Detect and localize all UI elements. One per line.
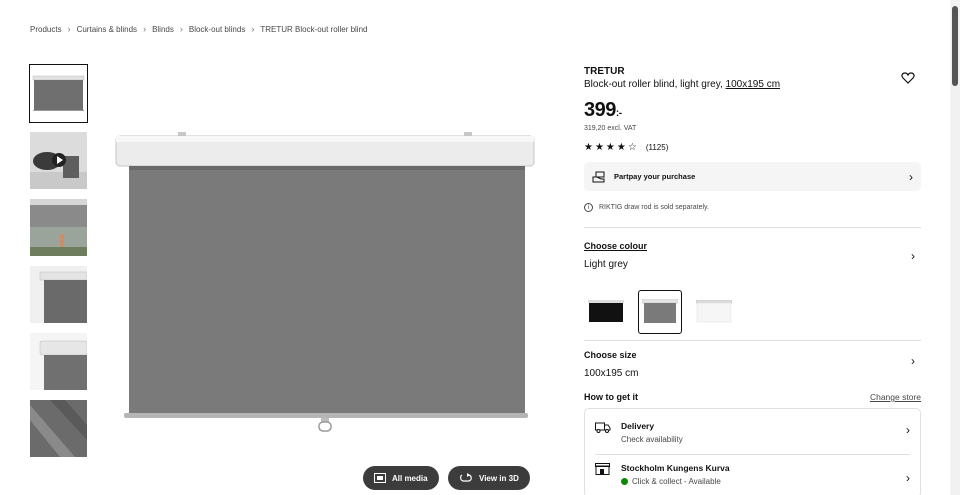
rating-count: (1125) [645,143,669,152]
scrollbar[interactable] [950,0,960,495]
fabric-thumbnail-image [30,400,87,457]
divider [584,227,921,228]
delivery-options: Delivery Check availability › Stockholm … [584,408,921,495]
delivery-title: Delivery [621,421,655,431]
view-3d-button[interactable]: View in 3D [448,466,530,490]
store-title: Stockholm Kungens Kurva [621,463,730,473]
thumbnail-4[interactable] [30,266,87,323]
partpay-banner[interactable]: Partpay your purchase › [584,162,921,191]
chevron-right-icon: › [67,24,71,34]
partpay-label: Partpay your purchase [614,172,696,181]
choose-colour-row[interactable]: Choose colour Light grey › [584,241,921,270]
product-info-panel: TRETUR Block-out roller blind, light gre… [584,66,921,495]
colour-swatches [584,290,921,334]
detail-thumbnail-image [30,266,87,323]
chevron-right-icon: › [179,24,183,34]
swatch-white[interactable] [692,290,736,334]
product-description-text: Block-out roller blind, light grey, [584,79,726,90]
rating[interactable]: ★★★★☆ (1125) [584,142,921,153]
video-thumbnail-image [30,132,87,189]
choose-colour-title: Choose colour [584,241,648,251]
choose-size-row[interactable]: Choose size 100x195 cm › [584,350,921,379]
partpay-hand-icon [592,171,605,182]
change-store-link[interactable]: Change store [870,392,921,402]
choose-size-title: Choose size [584,350,637,360]
chevron-right-icon: › [143,24,147,34]
breadcrumb-item-blockout[interactable]: Block-out blinds [189,25,245,34]
product-brand: TRETUR [584,66,625,77]
price-excl-vat: 319,20 excl. VAT [584,125,637,132]
note-text: RIKTIG draw rod is sold separately. [599,204,709,211]
breadcrumb: Products › Curtains & blinds › Blinds › … [30,24,367,34]
swatch-light-grey[interactable] [638,290,682,334]
thumbnail-video[interactable] [30,132,87,189]
star-rating-icon: ★★★★☆ [584,142,639,153]
divider [595,454,910,455]
product-price: 399:- [584,99,921,122]
breadcrumb-item-products[interactable]: Products [30,25,62,34]
chevron-right-icon: › [911,354,915,368]
thumbnail-3[interactable] [30,199,87,256]
chevron-right-icon: › [909,169,913,184]
rotate-3d-icon [460,473,472,482]
thumbnail-1[interactable] [29,64,88,123]
size-link[interactable]: 100x195 cm [726,79,780,90]
thumbnail-5[interactable] [30,333,87,390]
chevron-right-icon: › [911,249,915,263]
price-suffix: :- [615,108,622,119]
available-status-dot [621,478,628,485]
thumbnail-6[interactable] [30,400,87,457]
truck-icon [595,422,611,433]
scrollbar-thumb[interactable] [952,6,958,86]
product-note: i RIKTIG draw rod is sold separately. [584,203,921,212]
detail-thumbnail-image [30,333,87,390]
selected-size: 100x195 cm [584,368,639,379]
all-media-button[interactable]: All media [363,466,439,490]
thumbnail-list [29,64,88,467]
product-thumbnail-image [32,75,85,111]
breadcrumb-item-curtains[interactable]: Curtains & blinds [77,25,137,34]
breadcrumb-item-blinds[interactable]: Blinds [152,25,174,34]
store-availability: Click & collect - Available [621,477,730,486]
chevron-right-icon: › [251,24,255,34]
store-icon [595,463,610,475]
store-sub: Click & collect - Available [632,477,721,486]
chevron-right-icon: › [906,423,910,437]
swatch-black[interactable] [584,290,628,334]
all-media-label: All media [392,473,428,483]
chevron-right-icon: › [906,471,910,485]
selected-colour: Light grey [584,259,628,270]
info-icon: i [584,203,593,212]
gallery-icon [374,473,386,483]
store-option[interactable]: Stockholm Kungens Kurva Click & collect … [595,463,910,486]
how-to-get-it-header: How to get it Change store [584,392,921,402]
product-main-image [110,128,540,438]
favourite-heart-icon[interactable] [901,71,915,85]
delivery-sub: Check availability [621,435,683,444]
view-3d-label: View in 3D [479,473,519,483]
breadcrumb-item-current: TRETUR Block-out roller blind [260,24,368,34]
divider [584,340,921,341]
price-value: 399 [584,99,616,121]
room-thumbnail-image [30,199,87,256]
delivery-option[interactable]: Delivery Check availability › [595,421,910,444]
product-description: Block-out roller blind, light grey, 100x… [584,79,921,90]
